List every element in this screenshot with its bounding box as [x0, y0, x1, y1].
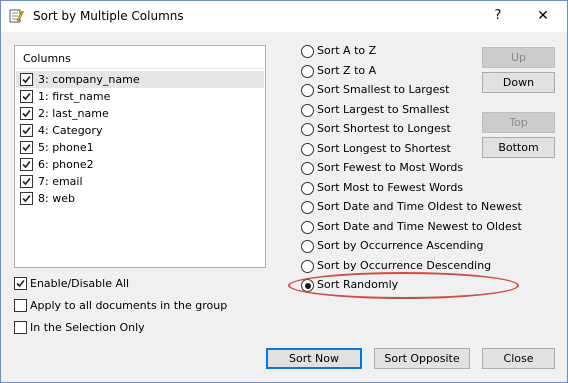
column-checkbox[interactable]	[20, 175, 33, 188]
down-button[interactable]: Down	[482, 72, 555, 93]
close-button[interactable]: Close	[482, 348, 555, 369]
column-checkbox[interactable]	[20, 73, 33, 86]
column-row[interactable]: 6: phone2	[16, 156, 264, 173]
sort-mode-radio[interactable]: Sort Date and Time Oldest to Newest	[301, 199, 522, 216]
sort-mode-radio[interactable]: Sort A to Z	[301, 43, 476, 60]
sort-mode-radio[interactable]: Sort Randomly	[301, 277, 476, 294]
sort-mode-label: Sort Date and Time Newest to Oldest	[317, 219, 522, 233]
column-label: 4: Category	[38, 124, 103, 137]
sort-mode-radio[interactable]: Sort Smallest to Largest	[301, 82, 476, 99]
column-checkbox[interactable]	[20, 141, 33, 154]
column-label: 7: email	[38, 175, 83, 188]
column-row[interactable]: 7: email	[16, 173, 264, 190]
sort-now-button[interactable]: Sort Now	[266, 348, 362, 369]
sort-mode-label: Sort Date and Time Oldest to Newest	[317, 200, 522, 213]
radio-button[interactable]	[301, 84, 314, 97]
column-checkbox[interactable]	[20, 158, 33, 171]
columns-list-header: Columns	[16, 47, 264, 69]
sort-mode-radio[interactable]: Sort Most to Fewest Words	[301, 180, 476, 197]
sort-mode-label: Sort Fewest to Most Words	[317, 161, 464, 174]
radio-button[interactable]	[301, 201, 314, 214]
columns-header-label: Columns	[23, 52, 71, 65]
radio-button[interactable]	[301, 162, 314, 175]
sort-mode-label: Sort Randomly	[317, 278, 399, 291]
option-checkbox[interactable]: In the Selection Only	[14, 320, 264, 336]
sort-opposite-button[interactable]: Sort Opposite	[374, 348, 470, 369]
option-checkbox-box[interactable]	[14, 299, 27, 312]
radio-button[interactable]	[301, 220, 314, 234]
column-label: 6: phone2	[38, 158, 94, 171]
column-label: 8: web	[38, 192, 75, 205]
sort-mode-label: Sort Shortest to Longest	[317, 122, 451, 135]
window-title: Sort by Multiple Columns	[33, 9, 184, 23]
radio-button[interactable]	[301, 64, 314, 78]
radio-button[interactable]	[301, 181, 314, 195]
radio-button[interactable]	[301, 279, 314, 292]
radio-button[interactable]	[301, 45, 314, 58]
sort-mode-label: Sort A to Z	[317, 44, 377, 57]
column-row[interactable]: 4: Category	[16, 122, 264, 139]
sort-mode-label: Sort Z to A	[317, 63, 377, 77]
radio-button[interactable]	[301, 103, 314, 117]
sort-mode-label: Sort by Occurrence Ascending	[317, 239, 484, 252]
column-label: 1: first_name	[38, 90, 111, 103]
sort-mode-label: Sort Smallest to Largest	[317, 83, 450, 96]
column-checkbox[interactable]	[20, 124, 33, 137]
option-label: In the Selection Only	[30, 321, 145, 334]
column-row[interactable]: 3: company_name	[16, 71, 264, 88]
column-row[interactable]: 8: web	[16, 190, 264, 207]
sort-mode-radio[interactable]: Sort Largest to Smallest	[301, 102, 476, 119]
sort-mode-radio[interactable]: Sort Date and Time Newest to Oldest	[301, 219, 522, 236]
columns-list[interactable]: Columns 3: company_name 1: first_name 2: l…	[14, 45, 266, 268]
column-checkbox[interactable]	[20, 90, 33, 103]
sort-mode-label: Sort by Occurrence Descending	[317, 258, 492, 272]
radio-button[interactable]	[301, 142, 314, 156]
column-row[interactable]: 2: last_name	[16, 105, 264, 122]
column-label: 5: phone1	[38, 141, 94, 154]
sort-mode-radio[interactable]: Sort Z to A	[301, 63, 476, 80]
radio-button[interactable]	[301, 240, 314, 253]
column-label: 2: last_name	[38, 107, 109, 120]
sort-dialog: Sort by Multiple Columns ? ✕ Columns 3: …	[0, 0, 568, 383]
option-checkbox[interactable]: Enable/Disable All	[14, 276, 264, 292]
sort-mode-radio[interactable]: Sort Fewest to Most Words	[301, 160, 476, 177]
sort-mode-label: Sort Longest to Shortest	[317, 141, 451, 155]
sort-mode-label: Sort Most to Fewest Words	[317, 180, 464, 194]
column-row[interactable]: 5: phone1	[16, 139, 264, 156]
column-label: 3: company_name	[38, 73, 140, 86]
radio-button[interactable]	[301, 123, 314, 136]
column-checkbox[interactable]	[20, 192, 33, 205]
sort-mode-radio[interactable]: Sort Longest to Shortest	[301, 141, 476, 158]
option-label: Apply to all documents in the group	[30, 299, 228, 312]
bottom-button[interactable]: Bottom	[482, 137, 555, 158]
option-checkbox-box[interactable]	[14, 321, 27, 334]
column-row[interactable]: 1: first_name	[16, 88, 264, 105]
notepad-edit-icon	[8, 8, 24, 24]
option-checkbox-box[interactable]	[14, 277, 27, 290]
sort-mode-radio[interactable]: Sort by Occurrence Ascending	[301, 238, 483, 255]
option-label: Enable/Disable All	[30, 277, 130, 290]
up-button[interactable]: Up	[482, 47, 555, 68]
sort-mode-label: Sort Largest to Smallest	[317, 102, 450, 116]
option-checkbox[interactable]: Apply to all documents in the group	[14, 298, 264, 314]
close-window-icon[interactable]: ✕	[529, 5, 557, 27]
column-checkbox[interactable]	[20, 107, 33, 120]
top-button[interactable]: Top	[482, 112, 555, 133]
help-button[interactable]: ?	[487, 6, 509, 26]
sort-mode-radio[interactable]: Sort Shortest to Longest	[301, 121, 476, 138]
title-bar: Sort by Multiple Columns ? ✕	[1, 1, 567, 32]
sort-mode-radio[interactable]: Sort by Occurrence Descending	[301, 258, 491, 275]
radio-button[interactable]	[301, 259, 314, 273]
